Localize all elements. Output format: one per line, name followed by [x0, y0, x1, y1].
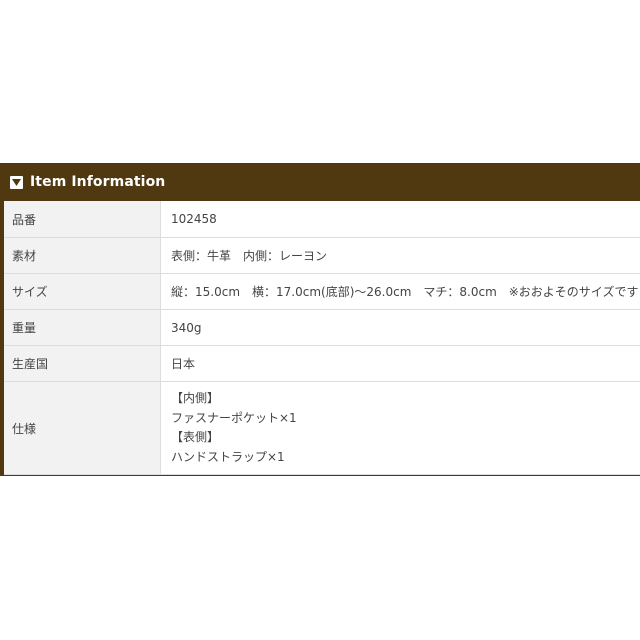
row-label: 生産国: [4, 346, 161, 381]
panel-title: Item Information: [30, 174, 166, 190]
table-row-size: サイズ 縦：15.0cm 横：17.0cm(底部)～26.0cm マチ：8.0c…: [4, 274, 640, 310]
table-row-spec: 仕様 【内側】 ファスナーポケット×1 【表側】 ハンドストラップ×1: [4, 382, 640, 475]
row-value: 102458: [171, 212, 217, 226]
row-value-spec: 【内側】 ファスナーポケット×1 【表側】 ハンドストラップ×1: [161, 382, 640, 474]
table-row-material: 素材 表側：牛革 内側：レーヨン: [4, 238, 640, 274]
table-row-weight: 重量 340g: [4, 310, 640, 346]
spec-line: 【表側】: [171, 430, 220, 444]
spec-line: ファスナーポケット×1: [171, 410, 297, 425]
row-label: 品番: [4, 201, 161, 237]
table-row-part-number: 品番 102458: [4, 201, 640, 238]
item-info-table: 品番 102458 素材 表側：牛革 内側：レーヨン サイズ 縦：15.0cm …: [4, 201, 640, 475]
row-value: 340g: [171, 320, 202, 335]
row-label: 重量: [4, 310, 161, 345]
panel-header: Item Information: [0, 163, 640, 201]
item-information-panel: Item Information 品番 102458 素材 表側：牛革 内側：レ…: [0, 163, 640, 476]
table-row-country: 生産国 日本: [4, 346, 640, 382]
row-label: 仕様: [4, 382, 161, 474]
spec-line: 【内側】: [171, 391, 220, 405]
triangle-down-icon: [10, 175, 23, 189]
row-value: 縦：15.0cm 横：17.0cm(底部)～26.0cm マチ：8.0cm ※お…: [171, 285, 639, 299]
row-label: 素材: [4, 238, 161, 273]
row-value: 表側：牛革 内側：レーヨン: [171, 249, 328, 263]
spec-line: ハンドストラップ×1: [171, 449, 285, 464]
row-value: 日本: [171, 357, 196, 371]
row-label: サイズ: [4, 274, 161, 309]
